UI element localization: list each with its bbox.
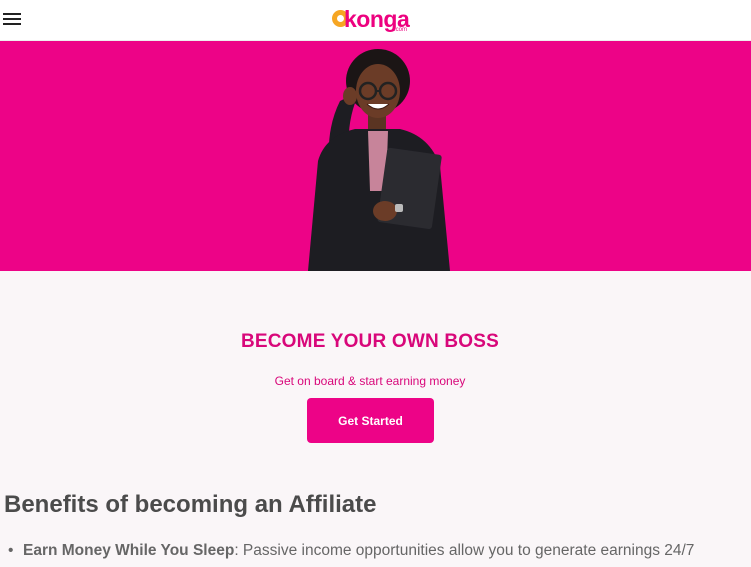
cta-subtitle: Get on board & start earning money — [274, 374, 466, 388]
cta-section: BECOME YOUR OWN BOSS Get on board & star… — [0, 271, 751, 481]
konga-logo[interactable]: konga .com — [332, 6, 412, 34]
benefits-title: Benefits of becoming an Affiliate — [4, 491, 377, 518]
hero-banner — [0, 41, 751, 271]
bullet-icon: • — [8, 542, 14, 559]
benefit-item: • Earn Money While You Sleep: Passive inc… — [8, 542, 694, 560]
benefit-item-bold: Earn Money While You Sleep — [23, 542, 235, 559]
benefit-item-text: : Passive income opportunities allow you… — [234, 542, 695, 559]
hero-person-image — [308, 49, 450, 271]
hamburger-icon[interactable] — [3, 13, 21, 27]
logo-sub: .com — [394, 27, 408, 33]
top-header: konga .com — [0, 0, 751, 41]
get-started-button[interactable]: Get Started — [307, 398, 434, 443]
cta-title: BECOME YOUR OWN BOSS — [240, 331, 500, 352]
